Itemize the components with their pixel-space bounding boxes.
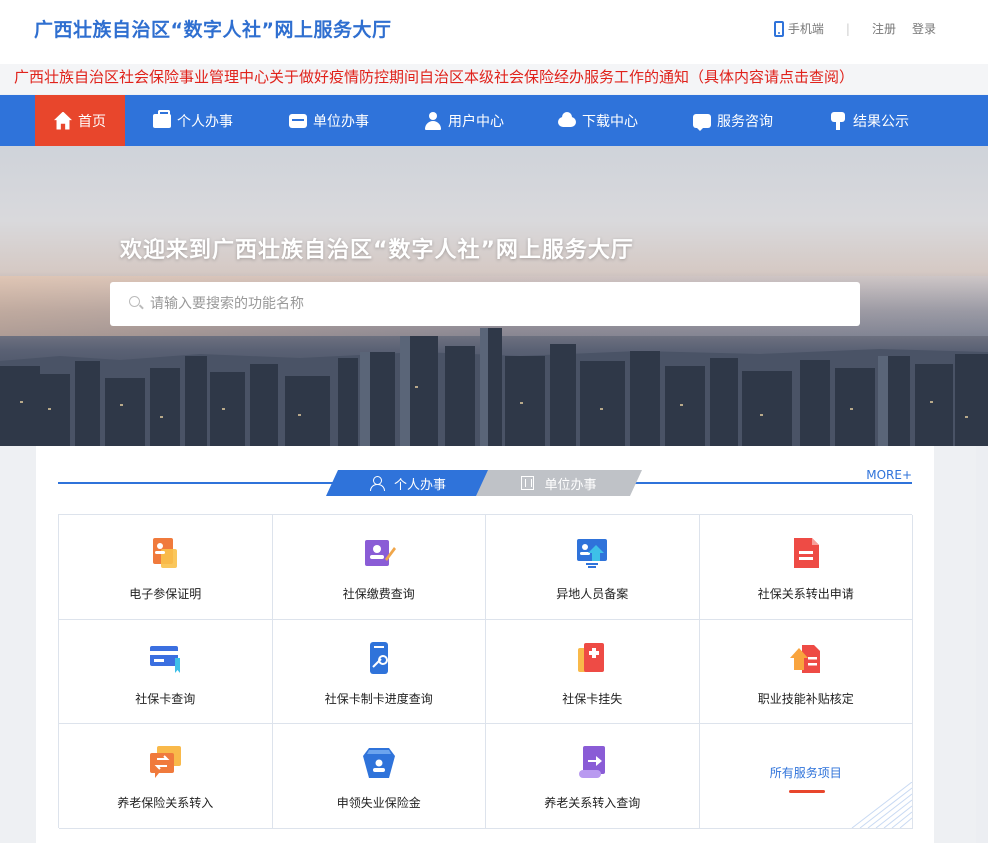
- all-services-item[interactable]: 所有服务项目: [699, 724, 913, 830]
- tab-label: 单位办事: [544, 477, 597, 493]
- service-label: 社保缴费查询: [342, 587, 415, 601]
- card-progress-icon: [369, 641, 388, 674]
- banner-title: 欢迎来到广西壮族自治区“数字人社”网上服务大厅: [120, 238, 634, 263]
- nav-label: 下载中心: [582, 113, 638, 130]
- service-item[interactable]: 职业技能补贴核定: [699, 619, 913, 725]
- pension-query-icon: [579, 746, 606, 779]
- service-label: 养老关系转入查询: [544, 796, 641, 811]
- site-title[interactable]: 广西壮族自治区“数字人社”网上服务大厅: [34, 15, 391, 42]
- search-input[interactable]: [150, 282, 850, 326]
- building-icon: [521, 476, 534, 490]
- nav-label: 用户中心: [448, 113, 504, 130]
- tab-unit[interactable]: 单位办事: [476, 470, 642, 496]
- service-label: 电子参保证明: [129, 587, 202, 601]
- tab-label: 个人办事: [393, 477, 446, 493]
- accent-underline: [788, 790, 825, 794]
- notice-link[interactable]: 广西壮族自治区社会保险事业管理中心关于做好疫情防控期间自治区本级社会保险经办服务…: [0, 64, 988, 94]
- service-item[interactable]: 社保关系转出申请: [699, 515, 913, 620]
- service-item[interactable]: 申领失业保险金: [272, 724, 486, 830]
- card-loss-icon: [578, 642, 605, 672]
- register-link[interactable]: 注册: [872, 20, 896, 37]
- services-grid: 电子参保证明 社保缴费查询 异地人员备案 社保关系转出申请 社保卡查询 社保卡制…: [58, 514, 913, 830]
- person-icon: [370, 476, 384, 490]
- payment-query-icon: [364, 540, 396, 566]
- page-side-strip: [976, 446, 988, 843]
- search-box[interactable]: [110, 282, 860, 326]
- service-item[interactable]: 养老保险关系转入: [59, 724, 273, 830]
- signpost-icon: [829, 111, 847, 130]
- header: 广西壮族自治区“数字人社”网上服务大厅 手机端 | 注册 登录: [0, 0, 988, 64]
- header-separator: |: [845, 21, 850, 36]
- hero-banner: 欢迎来到广西壮族自治区“数字人社”网上服务大厅: [0, 146, 988, 446]
- decorative-lines: [851, 782, 912, 829]
- more-link[interactable]: MORE+: [866, 468, 912, 482]
- service-item[interactable]: 电子参保证明: [59, 515, 273, 620]
- nav-label: 服务咨询: [717, 113, 773, 130]
- mobile-link[interactable]: 手机端: [788, 20, 824, 37]
- service-label: 社保关系转出申请: [757, 587, 854, 601]
- chat-icon: [693, 113, 711, 131]
- social-card-icon: [150, 645, 181, 673]
- nav-label: 首页: [78, 113, 106, 130]
- skill-subsidy-icon: [789, 644, 820, 673]
- service-item[interactable]: 社保卡挂失: [486, 619, 700, 725]
- header-links: 手机端 | 注册 登录: [773, 20, 936, 37]
- briefcase-icon: [153, 109, 171, 128]
- nav-item-personal[interactable]: 个人办事: [153, 95, 233, 146]
- service-item[interactable]: 社保卡查询: [59, 619, 273, 725]
- services-panel: 个人办事 单位办事 MORE+ 电子参保证明 社保缴费查询 异地人员备案 社保关…: [36, 446, 934, 843]
- nav-label: 结果公示: [853, 113, 909, 130]
- service-label: 职业技能补贴核定: [757, 691, 854, 706]
- nav-item-download[interactable]: 下载中心: [558, 95, 638, 146]
- service-item[interactable]: 养老关系转入查询: [486, 724, 700, 830]
- transfer-out-doc-icon: [793, 538, 819, 568]
- login-link[interactable]: 登录: [912, 20, 936, 37]
- service-label: 社保卡挂失: [562, 691, 623, 706]
- relocation-record-icon: [577, 539, 608, 568]
- nav-item-unit[interactable]: 单位办事: [289, 95, 369, 146]
- mobile-phone-icon[interactable]: [773, 20, 784, 37]
- home-icon: [54, 111, 72, 130]
- unemployment-icon: [362, 748, 395, 779]
- nav-item-home[interactable]: 首页: [35, 95, 125, 146]
- service-label: 异地人员备案: [556, 587, 629, 601]
- pension-transfer-icon: [150, 746, 182, 779]
- service-label: 社保卡制卡进度查询: [324, 691, 433, 706]
- service-label: 申领失业保险金: [336, 796, 421, 811]
- main-nav: 首页 个人办事 单位办事 用户中心 下载中心 服务咨询 结果公示: [0, 95, 988, 146]
- card-icon: [289, 113, 307, 128]
- all-services-link[interactable]: 所有服务项目: [700, 764, 913, 781]
- nav-label: 个人办事: [177, 113, 233, 130]
- nav-label: 单位办事: [313, 113, 369, 130]
- service-item[interactable]: 社保缴费查询: [272, 515, 486, 620]
- user-icon: [424, 111, 442, 130]
- service-label: 养老保险关系转入: [117, 796, 214, 811]
- cloud-download-icon: [558, 111, 576, 130]
- service-item[interactable]: 异地人员备案: [486, 515, 700, 620]
- service-item[interactable]: 社保卡制卡进度查询: [272, 619, 486, 725]
- nav-item-user-center[interactable]: 用户中心: [424, 95, 504, 146]
- certificate-icon: [153, 538, 178, 568]
- service-label: 社保卡查询: [135, 691, 196, 706]
- tab-personal[interactable]: 个人办事: [326, 470, 490, 496]
- nav-item-consult[interactable]: 服务咨询: [693, 95, 773, 146]
- search-icon: [129, 296, 140, 307]
- nav-item-results[interactable]: 结果公示: [829, 95, 909, 146]
